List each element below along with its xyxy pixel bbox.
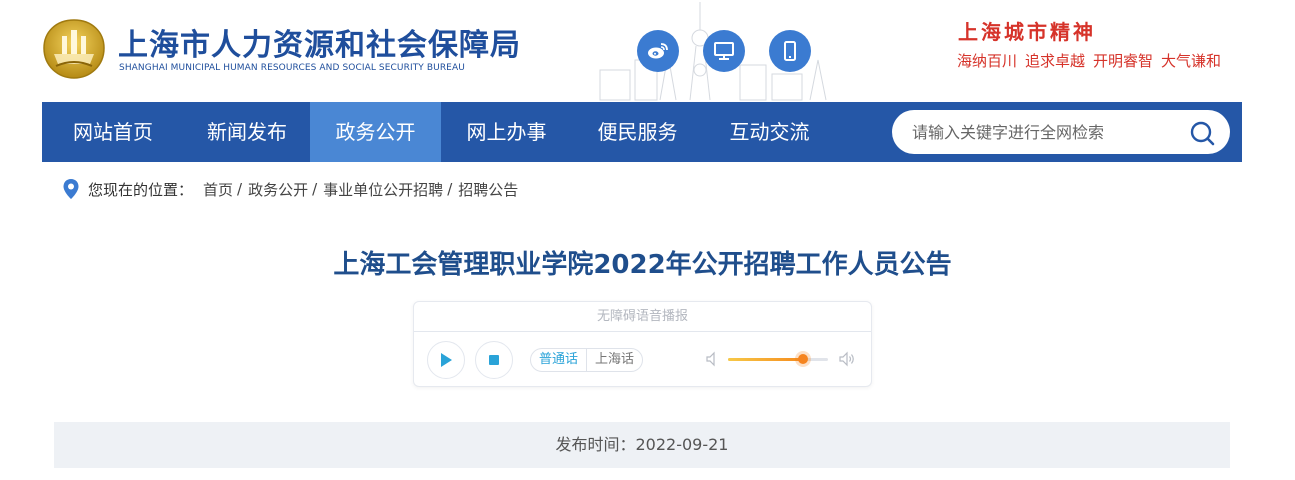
desktop-version-button[interactable] — [703, 30, 745, 72]
weibo-icon — [648, 43, 668, 59]
nav-item-interaction[interactable]: 互动交流 — [703, 102, 836, 162]
breadcrumb-separator: / — [312, 180, 318, 198]
breadcrumb: 您现在的位置： 首页 / 政务公开 / 事业单位公开招聘 / 招聘公告 — [62, 177, 518, 201]
city-spirit-line: 海纳百川 追求卓越 开明睿智 大气谦和 — [957, 50, 1229, 71]
play-icon — [441, 353, 452, 367]
volume-high-icon[interactable] — [838, 350, 856, 368]
spirit-item: 追求卓越 — [1025, 52, 1086, 70]
nav-item-news[interactable]: 新闻发布 — [184, 102, 310, 162]
breadcrumb-recruitment-notice[interactable]: 招聘公告 — [458, 179, 518, 200]
nav-item-public-services[interactable]: 便民服务 — [572, 102, 703, 162]
site-header: 上海市人力资源和社会保障局 SHANGHAI MUNICIPAL HUMAN R… — [0, 0, 1295, 102]
article-title: 上海工会管理职业学院2022年公开招聘工作人员公告 — [333, 250, 952, 280]
lang-option-shanghainese[interactable]: 上海话 — [586, 349, 642, 371]
breadcrumb-institution-recruitment[interactable]: 事业单位公开招聘 — [323, 179, 443, 200]
desktop-icon — [714, 42, 734, 60]
search-icon[interactable] — [1190, 120, 1216, 146]
search-input[interactable] — [912, 110, 1182, 154]
volume-low-icon[interactable] — [704, 350, 722, 368]
nav-item-home[interactable]: 网站首页 — [42, 102, 184, 162]
mobile-version-button[interactable] — [769, 30, 811, 72]
spirit-item: 海纳百川 — [957, 52, 1018, 70]
stop-icon — [489, 355, 499, 365]
audio-player: 无障碍语音播报 普通话 上海话 — [413, 301, 872, 387]
volume-slider-fill — [728, 358, 803, 361]
nav-item-online-services[interactable]: 网上办事 — [441, 102, 572, 162]
search-box — [892, 110, 1230, 154]
breadcrumb-home[interactable]: 首页 — [203, 179, 233, 200]
play-button[interactable] — [427, 341, 465, 379]
stop-button[interactable] — [475, 341, 513, 379]
publish-info-bar: 发布时间：2022-09-21 — [54, 422, 1230, 468]
publish-date: 发布时间：2022-09-21 — [555, 435, 729, 454]
language-switcher: 普通话 上海话 — [530, 348, 644, 372]
weibo-share-button[interactable] — [637, 30, 679, 72]
spirit-item: 开明睿智 — [1093, 52, 1154, 70]
site-title[interactable]: 上海市人力资源和社会保障局 — [118, 20, 521, 64]
city-spirit-title: 上海城市精神 — [958, 20, 1096, 44]
spirit-item: 大气谦和 — [1161, 52, 1222, 70]
breadcrumb-government-affairs[interactable]: 政务公开 — [248, 179, 308, 200]
volume-slider-handle[interactable] — [798, 354, 808, 364]
player-header: 无障碍语音播报 — [414, 302, 871, 332]
lang-option-mandarin[interactable]: 普通话 — [531, 349, 586, 371]
nav-item-government-affairs[interactable]: 政务公开 — [310, 102, 441, 162]
mobile-icon — [784, 41, 796, 61]
breadcrumb-separator: / — [447, 180, 453, 198]
location-pin-icon — [63, 179, 79, 199]
bureau-emblem-icon[interactable] — [42, 18, 106, 80]
main-navigation: 网站首页 新闻发布 政务公开 网上办事 便民服务 互动交流 — [42, 102, 1242, 162]
breadcrumb-separator: / — [237, 180, 243, 198]
breadcrumb-label: 您现在的位置： — [88, 180, 194, 199]
site-subtitle: SHANGHAI MUNICIPAL HUMAN RESOURCES AND S… — [119, 63, 465, 73]
volume-slider[interactable] — [728, 354, 828, 364]
